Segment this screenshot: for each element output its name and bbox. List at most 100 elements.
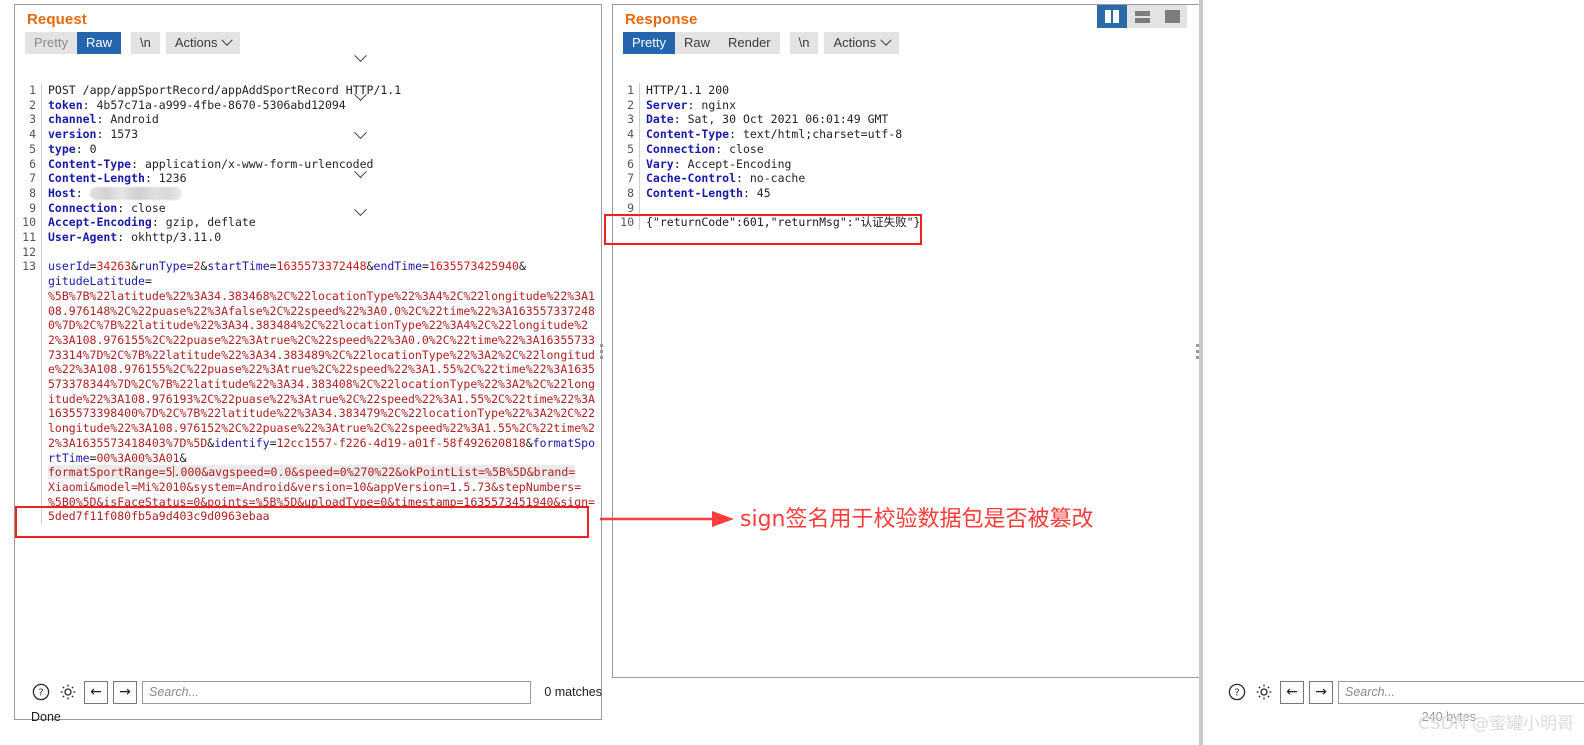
response-tab-pretty[interactable]: Pretty [623, 32, 675, 54]
body-token: = [269, 259, 277, 274]
body-param-key: gitudeLatitude [48, 274, 145, 289]
pane-divider-handle[interactable] [600, 344, 604, 359]
header-value: text/html;charset=utf-8 [742, 127, 903, 142]
code-line: 10 Accept-Encoding: gzip, deflate [15, 215, 601, 231]
header-key: Connection [646, 141, 716, 156]
line-content: POST /app/appSportRecord/appAddSportReco… [41, 83, 601, 98]
layout-split-vertical-button[interactable] [1097, 5, 1127, 28]
body-token: userId [48, 259, 90, 274]
body-token: Xiaomi&model=Mi%2010&system=Android&vers… [48, 479, 582, 494]
header-value: 0 [89, 141, 97, 156]
annotation-text: sign签名用于校验数据包是否被篡改 [740, 507, 1094, 532]
line-content: Content-Type: text/html;charset=utf-8 [639, 127, 1199, 142]
inspector-divider[interactable] [1199, 0, 1203, 745]
line-content: Content-Type: application/x-www-form-url… [41, 156, 601, 172]
header-value: Accept-Encoding [687, 156, 792, 171]
code-line: 4 Content-Type: text/html;charset=utf-8 [613, 127, 1199, 142]
help-icon[interactable]: ? [1226, 681, 1248, 703]
line-number: 1 [29, 83, 36, 97]
response-actions-label: Actions [833, 35, 877, 50]
request-tabbar: Pretty Raw \n Actions [15, 30, 601, 57]
response-view-tabs: Pretty Raw Render [623, 32, 780, 54]
header-key: Connection [48, 200, 118, 215]
search-next-button[interactable]: → [1309, 680, 1333, 704]
header-key: Accept-Encoding [48, 215, 152, 230]
annotation-arrow-icon [600, 511, 734, 527]
request-search-input[interactable] [142, 680, 532, 704]
line-number: 1 [627, 83, 634, 97]
line-number: 4 [29, 127, 36, 142]
body-token: & [366, 259, 374, 274]
split-vertical-icon [1105, 10, 1119, 23]
code-line: 3 Date: Sat, 30 Oct 2021 06:01:49 GMT [613, 112, 1199, 128]
line-content: type: 0 [41, 141, 601, 157]
header-key: Content-Length [48, 171, 145, 186]
response-tab-raw[interactable]: Raw [674, 32, 719, 54]
code-line: 1 HTTP/1.1 200 [613, 83, 1199, 98]
sign-parameter-line-2: 5ded7f11f080fb5a9d403c9d0963ebaa [48, 509, 270, 524]
layout-split-horizontal-button[interactable] [1127, 5, 1157, 28]
header-key: Server [646, 97, 688, 112]
header-value: Android [110, 112, 159, 127]
header-value: no-cache [749, 171, 806, 186]
line-content: Content-Length: 1236 [41, 171, 601, 186]
line-number: 10 [620, 215, 634, 230]
response-tabbar: Pretty Raw Render \n Actions [613, 30, 1199, 57]
line-number: 13 [22, 259, 36, 274]
code-line: 6 Content-Type: application/x-www-form-u… [15, 156, 601, 172]
single-pane-icon [1164, 10, 1180, 23]
response-tab-newline[interactable]: \n [789, 32, 819, 54]
code-line: 9 Connection: close [15, 200, 601, 216]
chevron-down-icon [221, 34, 234, 46]
request-body-content[interactable]: userId=34263&runType=2&startTime=1635573… [41, 259, 601, 525]
request-path: /app/appSportRecord/appAddSportRecord [82, 83, 339, 97]
csdn-watermark: CSDN @蜜罐小明哥 [1418, 714, 1574, 734]
line-number: 12 [22, 244, 36, 259]
response-search-bar: ? ← → 0 matches [1226, 679, 1584, 705]
layout-toggle-group [1097, 5, 1187, 28]
body-param-value: 00%3A00%3A01 [96, 450, 180, 465]
help-icon[interactable]: ? [30, 681, 52, 703]
search-prev-button[interactable]: ← [84, 680, 108, 704]
request-tab-raw[interactable]: Raw [76, 32, 121, 54]
request-tab-pretty[interactable]: Pretty [25, 32, 77, 54]
request-title: Request [27, 11, 87, 28]
response-code-viewer[interactable]: 1 HTTP/1.1 200 2 Server: nginx 3 Date: S… [613, 83, 1199, 639]
search-prev-button[interactable]: ← [1280, 680, 1304, 704]
layout-single-pane-button[interactable] [1157, 5, 1187, 28]
header-value: 1573 [110, 127, 139, 142]
request-actions-label: Actions [174, 35, 218, 50]
header-key: Content-Length [646, 185, 743, 200]
line-content [41, 244, 601, 260]
code-line: 11 User-Agent: okhttp/3.11.0 [15, 230, 601, 245]
response-actions-button[interactable]: Actions [824, 32, 900, 54]
header-value: Sat, 30 Oct 2021 06:01:49 GMT [687, 112, 889, 127]
request-code-viewer[interactable]: 1 POST /app/appSportRecord/appAddSportRe… [15, 83, 601, 681]
code-line-body: 13 userId=34263&runType=2&startTime=1635… [15, 259, 601, 525]
gear-icon[interactable] [1253, 681, 1275, 703]
header-value: nginx [701, 97, 737, 112]
window-bottom-edge [0, 726, 1199, 745]
body-token: & [525, 435, 533, 450]
gear-icon[interactable] [57, 681, 79, 703]
body-token: startTime [207, 259, 270, 274]
code-line: 5 Connection: close [613, 141, 1199, 157]
response-tab-render[interactable]: Render [718, 32, 780, 54]
body-token: 1635573372448 [276, 259, 367, 274]
line-number: 6 [627, 156, 634, 171]
status-bar-text: Done [31, 710, 61, 724]
code-line: 2 token: 4b57c71a-a999-4fbe-8670-5306abd… [15, 97, 601, 113]
line-number: 2 [627, 97, 634, 112]
request-actions-button[interactable]: Actions [165, 32, 241, 54]
line-number: 9 [627, 200, 634, 215]
line-number: 3 [29, 112, 36, 127]
redacted-host-value [89, 186, 182, 200]
request-tab-newline[interactable]: \n [130, 32, 160, 54]
search-next-button[interactable]: → [113, 680, 137, 704]
code-line: 6 Vary: Accept-Encoding [613, 156, 1199, 172]
response-search-input[interactable] [1338, 680, 1584, 704]
line-number: 10 [22, 215, 36, 230]
header-key: Cache-Control [646, 171, 737, 186]
body-token: 1635573425940 [428, 259, 519, 274]
line-content: channel: Android [41, 112, 601, 128]
